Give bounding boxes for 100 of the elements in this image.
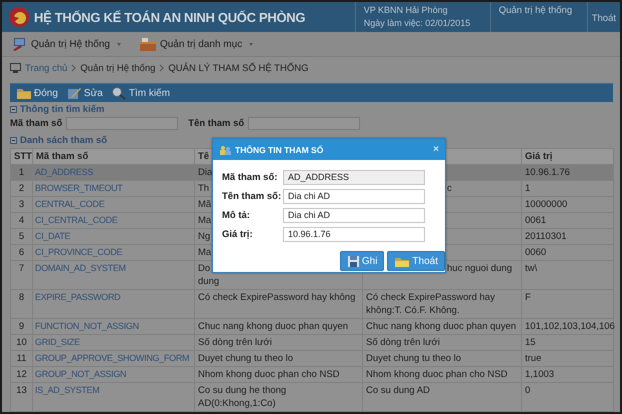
row-number: 13	[16, 385, 27, 396]
table-row[interactable]: 12 GROUP_NOT_ASSIGN Nhom khong duoc phan cho NSD Nhom khong duoc phan cho NSD 1,1003	[10, 366, 614, 382]
input-field[interactable]: Dia chi AD	[283, 189, 425, 204]
parameter-description: Chuc nang khong duoc phan quyen	[366, 321, 516, 332]
table-row[interactable]: 13 IS_AD_SYSTEM Co su dung he thong AD(0:Khong,1:Co) Co su dung AD 0	[10, 382, 614, 412]
parameter-name: Số dòng trên lưới	[198, 337, 272, 348]
parameter-name: Co su dung he thong AD(0:Khong,1:Co)	[198, 385, 286, 409]
parameter-value: 10.96.1.76	[525, 167, 570, 178]
chevron-icon	[71, 64, 76, 72]
parameter-code: GRID_SIZE	[35, 337, 80, 347]
parameter-code: CI_CENTRAL_CODE	[35, 215, 118, 225]
field-label: Mã tham số	[10, 118, 62, 128]
row-number: 4	[18, 215, 24, 226]
parameter-value: F	[525, 292, 531, 303]
input-field[interactable]	[248, 116, 360, 130]
field-label: Mã tham số:	[222, 172, 278, 183]
parameter-description: Duyet chung tu theo lo	[366, 353, 462, 364]
floppy-icon	[346, 254, 360, 268]
column-header: Mã tham số	[36, 151, 88, 162]
parameter-name: Duyet chung tu theo lo	[198, 353, 294, 364]
parameter-value: 1	[525, 183, 530, 194]
save-button[interactable]: Ghi	[340, 251, 384, 271]
parameter-code: DOMAIN_AD_SYSTEM	[35, 263, 126, 273]
logout-link[interactable]: Thoát	[592, 13, 616, 24]
caret-icon	[116, 42, 121, 46]
parameter-code: FUNCTION_NOT_ASSIGN	[35, 321, 139, 331]
table-row[interactable]: 9 FUNCTION_NOT_ASSIGN Chuc nang khong duoc phan quyen Chuc nang khong duoc phan quyen 101,102,103,104,106	[10, 318, 614, 334]
office-name: VP KBNN Hải Phòng	[364, 5, 449, 15]
breadcrumb-link[interactable]: Quản trị Hệ thống	[80, 62, 156, 74]
row-number: 8	[18, 292, 24, 303]
parameter-description: c	[447, 183, 452, 194]
folder-icon	[16, 86, 32, 100]
row-number: 2	[18, 183, 24, 194]
parameter-value: 10000000	[525, 199, 568, 210]
row-number: 11	[16, 353, 26, 364]
menu-item[interactable]: Quản trị Hệ thống	[12, 36, 121, 52]
row-number: 10	[16, 337, 27, 348]
menu-item[interactable]: Quản trị danh mục	[138, 36, 254, 52]
collapse-icon	[10, 106, 17, 112]
parameter-description: huc nguoi dung	[447, 263, 512, 274]
toolbar-button[interactable]: Sửa	[66, 86, 103, 100]
parameter-code: GROUP_NOT_ASSIGN	[35, 369, 126, 379]
parameter-description: Co su dung AD	[366, 385, 430, 396]
parameter-name: Có check ExpirePassword hay không	[198, 292, 356, 303]
section-title: Danh sách tham số	[20, 134, 108, 146]
exit-button[interactable]: Thoát	[387, 251, 445, 271]
parameter-value: 0060	[525, 247, 546, 258]
input-field[interactable]: 10.96.1.76	[283, 227, 425, 242]
column-header: Tê	[198, 151, 210, 162]
box-icon	[138, 36, 157, 52]
parameter-value: 0061	[525, 215, 546, 226]
field-label: Mô tả:	[222, 210, 251, 221]
logo-icon	[8, 6, 30, 28]
monitor-icon	[10, 63, 21, 74]
parameter-code: AD_ADDRESS	[35, 167, 94, 177]
parameter-code: BROWSER_TIMEOUT	[35, 183, 123, 193]
field-label: Tên tham số	[188, 118, 244, 128]
parameter-value: 15	[525, 337, 536, 348]
collapse-icon	[10, 136, 17, 144]
row-number: 3	[18, 199, 24, 210]
parameter-name: Do	[198, 263, 210, 274]
table-row[interactable]: 10 GRID_SIZE Số dòng trên lưới Số dòng trên lưới 15	[10, 334, 614, 350]
row-number: 12	[16, 369, 27, 380]
field-label: Giá trị:	[222, 229, 254, 240]
parameter-value: 0	[525, 385, 530, 396]
people-icon	[219, 144, 231, 154]
app-title: HỆ THỐNG KẾ TOÁN AN NINH QUỐC PHÒNG	[34, 10, 306, 24]
input-field[interactable]	[66, 116, 178, 130]
monitor-icon	[12, 36, 28, 52]
row-number: 6	[18, 247, 24, 258]
parameter-name: Th	[198, 183, 210, 194]
search-icon	[110, 86, 127, 100]
toolbar-button[interactable]: Đóng	[16, 86, 58, 100]
table-row[interactable]: 8 EXPIRE_PASSWORD Có check ExpirePassword hay không Có check ExpirePassword hay không:T. Có.F. Không. F	[10, 290, 614, 318]
dialog-title: THÔNG TIN THAM SỐ	[235, 144, 324, 154]
work-date: Ngày làm việc: 02/01/2015	[364, 18, 472, 28]
parameter-value: 101,102,103,104,106	[525, 321, 615, 332]
row-number: 5	[18, 231, 24, 242]
table-row[interactable]: 11 GROUP_APPROVE_SHOWING_FORM Duyet chung tu theo lo Duyet chung tu theo lo true	[10, 350, 614, 366]
parameter-description: Có check ExpirePassword hay không:T. Có.F. Không.	[366, 292, 495, 316]
parameter-code: EXPIRE_PASSWORD	[35, 292, 120, 302]
parameter-code: CI_PROVINCE_CODE	[35, 247, 122, 257]
parameter-name: Ma	[198, 247, 212, 258]
parameter-name: Nhom khong duoc phan cho NSD	[198, 369, 340, 380]
row-number: 7	[18, 263, 24, 274]
parameter-description: Số dòng trên lưới	[366, 337, 440, 348]
parameter-code: GROUP_APPROVE_SHOWING_FORM	[35, 353, 190, 363]
parameter-name: dung	[198, 276, 220, 287]
admin-link[interactable]: Quản trị hệ thống	[498, 5, 579, 16]
parameter-code: CI_DATE	[35, 231, 70, 241]
parameter-name: Dia	[198, 167, 212, 178]
pencil-icon	[66, 86, 82, 100]
toolbar-button[interactable]: Tìm kiếm	[110, 86, 170, 100]
column-header: STT	[14, 151, 32, 162]
input-field[interactable]: Dia chi AD	[283, 208, 425, 223]
parameter-value: 20110301	[525, 231, 567, 242]
parameter-value: 1,1003	[525, 369, 554, 380]
parameter-name: Mã	[198, 199, 212, 210]
close-button[interactable]: ×	[433, 144, 439, 155]
chevron-icon	[159, 64, 164, 72]
